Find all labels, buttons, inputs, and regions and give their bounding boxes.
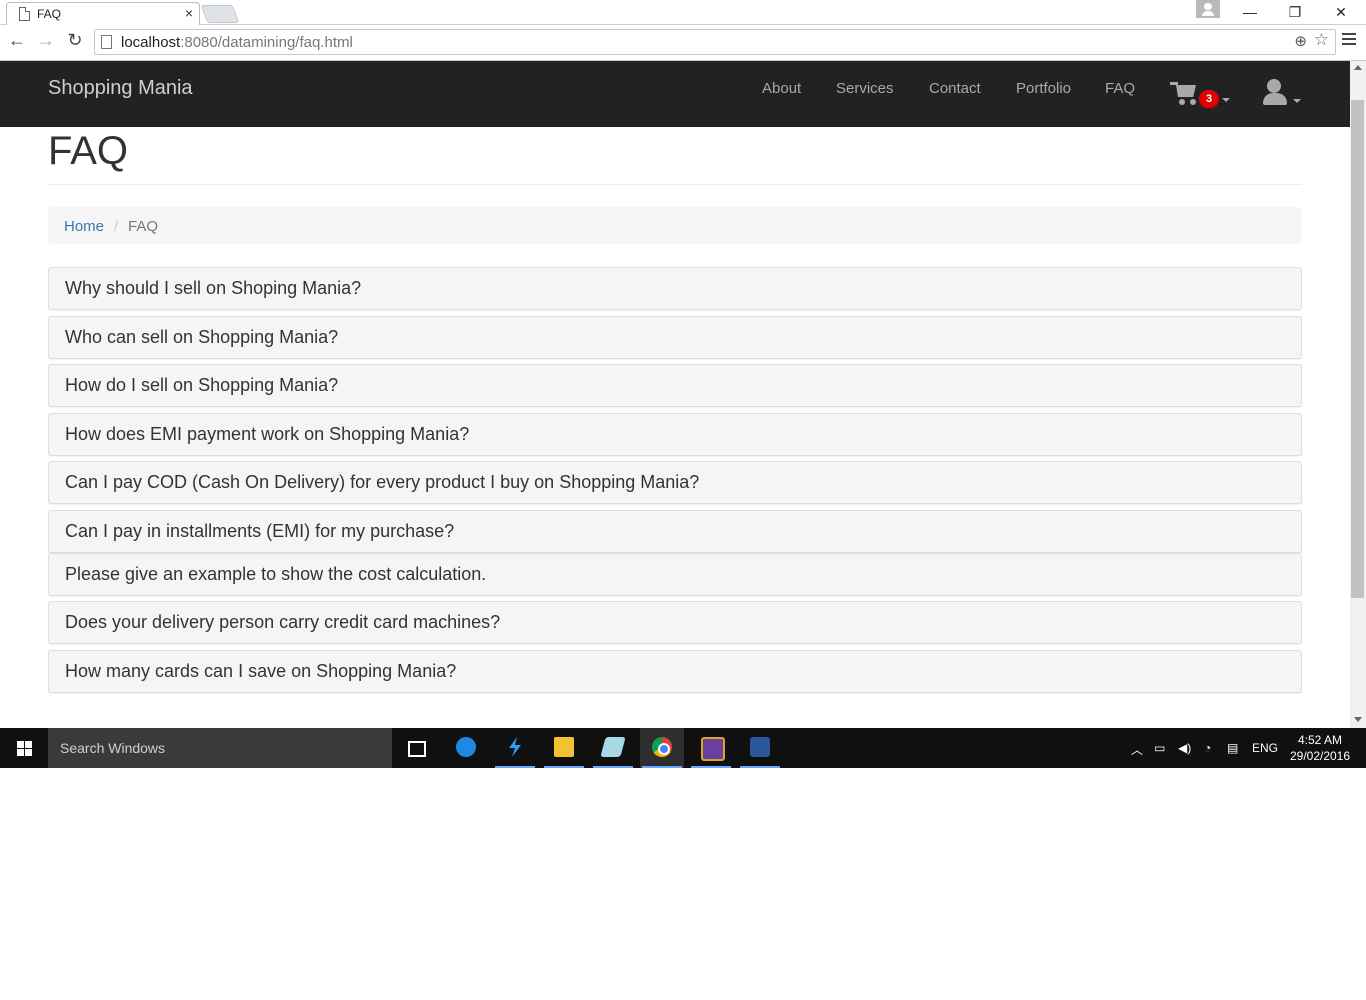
cart-dropdown[interactable]: 3 (1170, 77, 1230, 109)
tab-close-icon[interactable]: × (185, 5, 193, 21)
bookmark-star-icon[interactable]: ☆ (1314, 30, 1329, 50)
page-viewport: Shopping Mania About Services Contact Po… (0, 61, 1350, 728)
cart-count-badge: 3 (1199, 90, 1219, 108)
taskbar-clock[interactable]: 4:52 AM 29/02/2016 (1284, 732, 1356, 764)
faq-item[interactable]: How many cards can I save on Shopping Ma… (48, 650, 1302, 693)
windows-taskbar: Search Windows ︿ ▭ ◀) ◔ ▤ ENG 4:52 AM 29… (0, 728, 1366, 768)
faq-item[interactable]: Does your delivery person carry credit c… (48, 601, 1302, 644)
url-text[interactable]: localhost:8080/datamining/faq.html (121, 34, 353, 51)
tab-title: FAQ (37, 7, 62, 21)
faq-question: Can I pay in installments (EMI) for my p… (65, 521, 455, 541)
faq-question: Can I pay COD (Cash On Delivery) for eve… (65, 472, 700, 492)
battery-icon[interactable]: ▭ (1154, 741, 1165, 755)
site-brand[interactable]: Shopping Mania (48, 77, 193, 100)
restore-button[interactable]: ❐ (1273, 0, 1317, 24)
address-bar[interactable]: localhost:8080/datamining/faq.html ⊕ ☆ (94, 29, 1336, 55)
caret-down-icon (1222, 98, 1230, 102)
zoom-icon[interactable]: ⊕ (1294, 32, 1307, 50)
file-explorer-icon[interactable] (542, 728, 586, 768)
clock-date: 29/02/2016 (1289, 749, 1351, 763)
close-window-button[interactable]: ✕ (1319, 0, 1363, 24)
faq-question: Does your delivery person carry credit c… (65, 612, 501, 632)
reload-icon[interactable]: ↻ (64, 30, 86, 51)
chrome-menu-icon[interactable] (1342, 33, 1356, 48)
scrollbar-thumb[interactable] (1351, 100, 1364, 598)
back-icon[interactable]: ← (6, 30, 28, 51)
breadcrumb-current: FAQ (128, 218, 159, 235)
taskbar-search-placeholder: Search Windows (60, 740, 166, 756)
start-button[interactable] (0, 728, 48, 768)
volume-icon[interactable]: ◀) (1178, 741, 1191, 755)
breadcrumb: Home / FAQ (48, 207, 1302, 244)
user-icon (1267, 79, 1281, 93)
wifi-icon[interactable]: ◔ (1204, 741, 1211, 755)
faq-question: Why should I sell on Shoping Mania? (65, 278, 362, 298)
caret-down-icon (1293, 99, 1301, 103)
nav-about[interactable]: About (762, 80, 801, 97)
faq-item[interactable]: Who can sell on Shopping Mania? (48, 316, 1302, 359)
faq-item[interactable]: Can I pay COD (Cash On Delivery) for eve… (48, 461, 1302, 504)
faq-item[interactable]: Can I pay in installments (EMI) for my p… (48, 510, 1302, 553)
windows-logo-icon (17, 741, 33, 756)
lightning-app-icon[interactable] (493, 728, 537, 768)
page-icon (19, 7, 30, 21)
browser-toolbar: ← → ↻ localhost:8080/datamining/faq.html… (0, 25, 1366, 61)
scroll-up-icon[interactable] (1354, 65, 1362, 70)
nav-portfolio[interactable]: Portfolio (1016, 80, 1071, 97)
page-info-icon[interactable] (101, 35, 112, 49)
faq-item[interactable]: How does EMI payment work on Shopping Ma… (48, 413, 1302, 456)
edge-icon[interactable] (444, 728, 488, 768)
faq-question: Who can sell on Shopping Mania? (65, 327, 339, 347)
user-dropdown[interactable] (1263, 79, 1303, 109)
cart-icon (1176, 85, 1196, 97)
breadcrumb-home-link[interactable]: Home (64, 218, 104, 235)
clock-time: 4:52 AM (1297, 733, 1343, 747)
nav-contact[interactable]: Contact (929, 80, 981, 97)
word-icon[interactable] (738, 728, 782, 768)
media-app-icon[interactable] (689, 728, 733, 768)
language-indicator[interactable]: ENG (1252, 741, 1278, 755)
action-center-icon[interactable]: ▤ (1227, 741, 1238, 755)
nav-faq[interactable]: FAQ (1105, 80, 1135, 97)
faq-question: How does EMI payment work on Shopping Ma… (65, 424, 470, 444)
faq-question: How many cards can I save on Shopping Ma… (65, 661, 457, 681)
browser-tabstrip: FAQ × — ❐ ✕ (0, 0, 1366, 25)
faq-question: How do I sell on Shopping Mania? (65, 375, 339, 395)
show-hidden-icons-icon[interactable]: ︿ (1131, 741, 1143, 758)
profile-icon[interactable] (1196, 0, 1220, 18)
page-scrollbar[interactable] (1350, 61, 1366, 728)
title-divider (48, 184, 1302, 185)
faq-item[interactable]: Why should I sell on Shoping Mania? (48, 267, 1302, 310)
taskbar-search[interactable]: Search Windows (48, 728, 392, 768)
breadcrumb-separator: / (114, 218, 119, 235)
page-title: FAQ (48, 129, 129, 173)
site-navbar: Shopping Mania About Services Contact Po… (0, 61, 1350, 127)
forward-icon[interactable]: → (35, 30, 57, 51)
minimize-button[interactable]: — (1228, 0, 1272, 24)
chrome-icon[interactable] (640, 728, 684, 768)
new-tab-button[interactable] (200, 5, 240, 23)
faq-item[interactable]: Please give an example to show the cost … (48, 553, 1302, 596)
scroll-down-icon[interactable] (1354, 717, 1362, 722)
nav-services[interactable]: Services (836, 80, 894, 97)
task-view-icon[interactable] (394, 728, 438, 768)
notes-app-icon[interactable] (591, 728, 635, 768)
faq-question: Please give an example to show the cost … (65, 564, 487, 584)
browser-tab[interactable]: FAQ × (6, 2, 200, 25)
faq-item[interactable]: How do I sell on Shopping Mania? (48, 364, 1302, 407)
